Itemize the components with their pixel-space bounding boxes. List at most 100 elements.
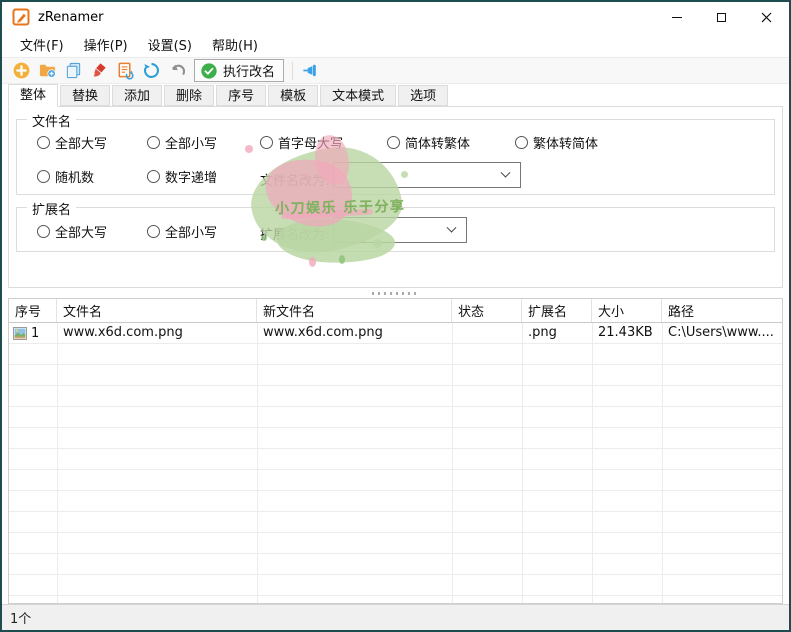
chevron-down-icon	[447, 222, 457, 232]
execute-rename-button[interactable]: 执行改名	[194, 59, 284, 82]
col-header-filename[interactable]: 文件名	[57, 299, 257, 322]
col-header-size[interactable]: 大小	[592, 299, 662, 322]
radio-label: 全部大写	[55, 222, 107, 241]
maximize-icon	[717, 13, 726, 22]
radio-icon	[147, 170, 160, 183]
splitter-grip-icon	[372, 292, 420, 295]
minimize-button[interactable]	[654, 2, 699, 32]
radio-icon	[147, 225, 160, 238]
cell-filename: www.x6d.com.png	[57, 323, 257, 344]
radio-filename-lowercase[interactable]: 全部小写	[147, 133, 217, 152]
tab-number[interactable]: 序号	[216, 85, 266, 106]
rename-list-icon[interactable]	[115, 61, 135, 81]
tab-add[interactable]: 添加	[112, 85, 162, 106]
col-header-path[interactable]: 路径	[662, 299, 782, 322]
maximize-button[interactable]	[699, 2, 744, 32]
table-body: 1 www.x6d.com.png www.x6d.com.png .png 2…	[9, 323, 782, 603]
extension-groupbox: 扩展名 全部大写 全部小写 扩展名改为:	[16, 207, 775, 252]
radio-filename-uppercase[interactable]: 全部大写	[37, 133, 107, 152]
col-header-newfilename[interactable]: 新文件名	[257, 299, 452, 322]
radio-label: 首字母大写	[278, 133, 343, 152]
minimize-icon	[672, 17, 682, 18]
cell-extension: .png	[522, 323, 592, 344]
radio-filename-random[interactable]: 随机数	[37, 167, 94, 186]
menu-settings[interactable]: 设置(S)	[138, 32, 202, 57]
add-file-icon[interactable]	[11, 61, 31, 81]
app-window: zRenamer 文件(F) 操作(P) 设置(S) 帮助(H)	[0, 0, 791, 632]
refresh-icon[interactable]	[141, 61, 161, 81]
file-list-table: 序号 文件名 新文件名 状态 扩展名 大小 路径 1	[8, 298, 783, 604]
radio-filename-increment[interactable]: 数字递增	[147, 167, 217, 186]
add-folder-icon[interactable]	[37, 61, 57, 81]
table-row[interactable]: 1 www.x6d.com.png www.x6d.com.png .png 2…	[9, 323, 782, 344]
cell-status	[452, 323, 522, 344]
radio-icon	[515, 136, 528, 149]
extension-rename-label: 扩展名改为:	[260, 224, 329, 243]
check-circle-icon	[200, 62, 218, 80]
toolbar-separator	[292, 62, 293, 80]
close-button[interactable]	[744, 2, 789, 32]
radio-ext-lowercase[interactable]: 全部小写	[147, 222, 217, 241]
radio-ext-uppercase[interactable]: 全部大写	[37, 222, 107, 241]
splitter-handle[interactable]	[2, 288, 789, 298]
execute-rename-label: 执行改名	[223, 61, 275, 80]
cell-index-text: 1	[31, 324, 39, 344]
undo-icon[interactable]	[167, 61, 187, 81]
radio-filename-capitalize[interactable]: 首字母大写	[260, 133, 343, 152]
radio-label: 随机数	[55, 167, 94, 186]
menu-operate[interactable]: 操作(P)	[74, 32, 138, 57]
watermark-dot	[339, 255, 345, 264]
tab-delete[interactable]: 删除	[164, 85, 214, 106]
tab-options[interactable]: 选项	[398, 85, 448, 106]
copy-icon[interactable]	[63, 61, 83, 81]
toolbar: 执行改名	[2, 57, 789, 84]
cell-size: 21.43KB	[592, 323, 662, 344]
clear-brush-icon[interactable]	[89, 61, 109, 81]
radio-label: 简体转繁体	[405, 133, 470, 152]
radio-filename-trad-to-simp[interactable]: 繁体转简体	[515, 133, 598, 152]
col-header-extension[interactable]: 扩展名	[522, 299, 592, 322]
radio-icon	[147, 136, 160, 149]
menubar: 文件(F) 操作(P) 设置(S) 帮助(H)	[2, 32, 789, 57]
radio-label: 全部小写	[165, 222, 217, 241]
extension-group-legend: 扩展名	[27, 199, 76, 218]
radio-icon	[387, 136, 400, 149]
tab-textmode[interactable]: 文本模式	[320, 85, 396, 106]
radio-filename-simp-to-trad[interactable]: 简体转繁体	[387, 133, 470, 152]
radio-icon	[37, 136, 50, 149]
filename-groupbox: 文件名 全部大写 全部小写 首字母大写 简体转繁体 繁体转简体	[16, 119, 775, 195]
watermark-dot	[309, 257, 316, 267]
filename-rename-combobox[interactable]	[333, 162, 521, 188]
menu-help[interactable]: 帮助(H)	[202, 32, 268, 57]
chevron-down-icon	[501, 167, 511, 177]
tab-panel-whole: 文件名 全部大写 全部小写 首字母大写 简体转繁体 繁体转简体	[8, 106, 783, 288]
cell-newfilename: www.x6d.com.png	[257, 323, 452, 344]
tab-replace[interactable]: 替换	[60, 85, 110, 106]
filename-rename-label: 文件名改为:	[260, 170, 329, 189]
table-header: 序号 文件名 新文件名 状态 扩展名 大小 路径	[9, 299, 782, 323]
filename-group-legend: 文件名	[27, 111, 76, 130]
titlebar: zRenamer	[2, 2, 789, 32]
radio-icon	[260, 136, 273, 149]
col-header-index[interactable]: 序号	[9, 299, 57, 322]
tab-template[interactable]: 模板	[268, 85, 318, 106]
image-thumbnail-icon	[13, 327, 27, 340]
close-icon	[761, 12, 772, 23]
radio-icon	[37, 170, 50, 183]
cell-index: 1	[9, 323, 57, 344]
radio-label: 全部大写	[55, 133, 107, 152]
tabstrip: 整体 替换 添加 删除 序号 模板 文本模式 选项	[2, 84, 789, 106]
radio-label: 繁体转简体	[533, 133, 598, 152]
col-header-status[interactable]: 状态	[452, 299, 522, 322]
tab-whole[interactable]: 整体	[8, 84, 58, 107]
pin-icon[interactable]	[300, 61, 320, 81]
item-count: 1个	[10, 608, 31, 627]
menu-file[interactable]: 文件(F)	[10, 32, 74, 57]
window-title: zRenamer	[38, 10, 103, 25]
radio-label: 数字递增	[165, 167, 217, 186]
statusbar: 1个	[2, 604, 789, 630]
extension-rename-combobox[interactable]	[333, 217, 467, 243]
radio-icon	[37, 225, 50, 238]
app-logo-icon	[12, 8, 30, 26]
cell-path: C:\Users\www....	[662, 323, 782, 344]
